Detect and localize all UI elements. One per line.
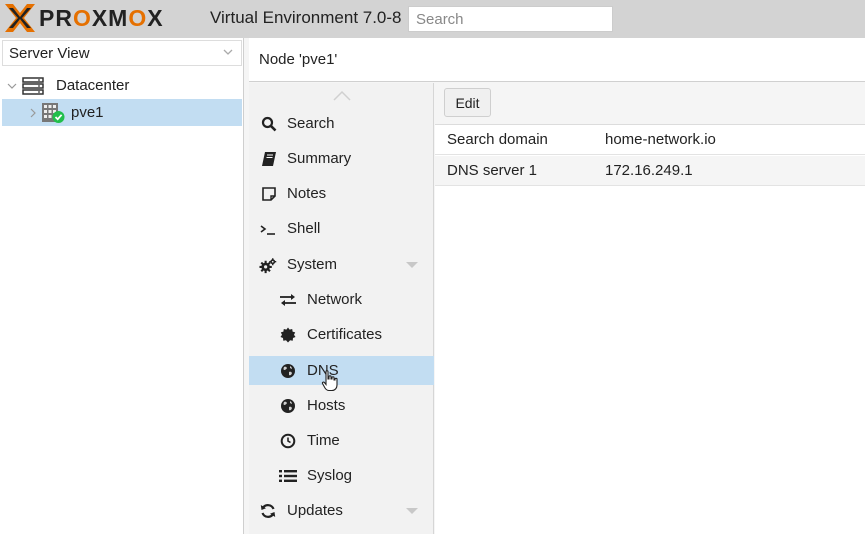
nav-item-label: Notes [287, 185, 327, 202]
server-rack-icon [22, 76, 44, 95]
nav-item-label: Search [287, 115, 335, 132]
resource-tree: Datacenter pve1 [2, 72, 242, 126]
nav-item-system[interactable]: System [249, 250, 434, 279]
nav-item-updates[interactable]: Updates [249, 496, 434, 525]
nav-item-label: Network [307, 291, 363, 308]
tree-item-label: pve1 [71, 104, 104, 121]
book-icon [260, 150, 278, 168]
nav-item-label: Syslog [307, 467, 353, 484]
certificate-icon [279, 326, 297, 344]
tree-item-label: Datacenter [56, 77, 130, 94]
nav-item-hosts[interactable]: Hosts [249, 391, 434, 420]
view-selector[interactable]: Server View [2, 40, 242, 66]
dns-panel: Edit Search domain home-network.io DNS s… [435, 83, 865, 534]
kv-row-dns-server-1[interactable]: DNS server 1 172.16.249.1 [435, 156, 865, 186]
hand-pointer-cursor-icon [321, 370, 338, 392]
gears-icon [259, 256, 277, 274]
node-nav-panel: Search Summary Notes Shell System Networ… [249, 83, 434, 534]
resource-tree-panel: Server View Datacenter pve1 [0, 38, 244, 534]
logo-wordmark: PROXMOX [39, 5, 164, 31]
kv-key: DNS server 1 [447, 162, 538, 179]
exchange-icon [279, 291, 297, 309]
nav-item-search[interactable]: Search [249, 109, 434, 138]
node-online-icon [42, 102, 65, 123]
nav-item-summary[interactable]: Summary [249, 144, 434, 173]
note-icon [260, 185, 278, 203]
proxmox-x-icon [5, 4, 35, 32]
refresh-icon [259, 502, 277, 520]
kv-value: 172.16.249.1 [605, 162, 693, 179]
terminal-icon [259, 220, 277, 238]
nav-item-network[interactable]: Network [249, 285, 434, 314]
page-title: Node 'pve1' [259, 51, 338, 68]
kv-row-search-domain[interactable]: Search domain home-network.io [435, 125, 865, 155]
nav-item-certificates[interactable]: Certificates [249, 320, 434, 349]
kv-key: Search domain [447, 131, 548, 148]
nav-item-label: Summary [287, 150, 352, 167]
clock-icon [279, 432, 297, 450]
expand-arrow-icon[interactable] [406, 262, 418, 268]
globe-icon [279, 397, 297, 415]
nav-item-notes[interactable]: Notes [249, 179, 434, 208]
chevron-down-icon [223, 49, 233, 55]
search-icon [260, 115, 278, 133]
global-search-input[interactable] [408, 6, 613, 32]
nav-item-label: Time [307, 432, 340, 449]
tree-collapse-icon[interactable] [6, 80, 18, 92]
view-selector-value: Server View [9, 44, 90, 62]
scroll-up-icon[interactable] [332, 90, 352, 102]
tree-item-datacenter[interactable]: Datacenter [2, 72, 242, 99]
list-icon [279, 467, 297, 485]
tree-expand-icon[interactable] [27, 107, 39, 119]
globe-icon [279, 362, 297, 380]
nav-item-dns[interactable]: DNS [249, 356, 434, 385]
toolbar: Edit [435, 83, 865, 125]
proxmox-logo[interactable]: PROXMOX [3, 3, 164, 33]
edit-button[interactable]: Edit [444, 88, 491, 117]
nav-item-syslog[interactable]: Syslog [249, 461, 434, 490]
top-bar: PROXMOX Virtual Environment 7.0-8 [0, 0, 865, 38]
expand-arrow-icon[interactable] [406, 508, 418, 514]
nav-item-label: Hosts [307, 397, 346, 414]
kv-value: home-network.io [605, 131, 716, 148]
tree-item-pve1[interactable]: pve1 [2, 99, 242, 126]
app-title: Virtual Environment 7.0-8 [210, 8, 402, 27]
nav-item-label: System [287, 256, 338, 273]
nav-item-shell[interactable]: Shell [249, 214, 434, 243]
nav-item-label: Updates [287, 502, 343, 519]
nav-item-label: Certificates [307, 326, 383, 343]
content-header: Node 'pve1' [249, 38, 865, 82]
nav-item-label: Shell [287, 220, 321, 237]
nav-item-time[interactable]: Time [249, 426, 434, 455]
